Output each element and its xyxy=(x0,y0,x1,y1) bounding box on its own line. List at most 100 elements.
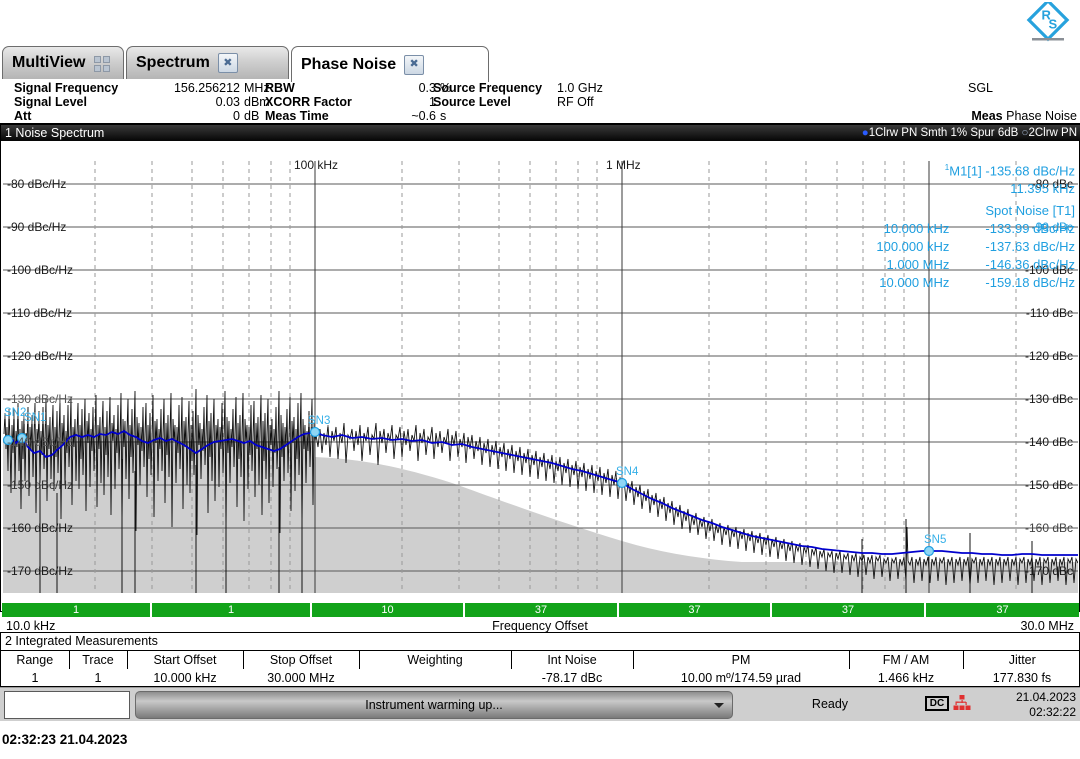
freq-segment[interactable]: 1 xyxy=(2,603,152,617)
header-signal-level: Signal Level 0.03 dBm xyxy=(14,95,270,109)
tab-spectrum[interactable]: Spectrum ✖ xyxy=(126,46,289,79)
column-header-fm-am: FM / AM xyxy=(849,651,964,669)
column-header-range: Range xyxy=(1,651,70,669)
table-header-row: Range Trace Start Offset Stop Offset Wei… xyxy=(1,651,1080,669)
phase-noise-plot xyxy=(2,141,1079,595)
freq-segment[interactable]: 1 xyxy=(152,603,312,617)
header-source-level: Source Level RF Off xyxy=(433,95,594,109)
y-tick-right: -160 dBc xyxy=(1024,521,1073,535)
freq-segment[interactable]: 10 xyxy=(312,603,465,617)
y-tick-right: -140 dBc xyxy=(1024,435,1073,449)
trace1-marker-icon: ● xyxy=(861,127,869,139)
cell-jitter: 177.830 fs xyxy=(992,670,1052,685)
spot-noise-row: 100.000 kHz -137.63 dBc/Hz xyxy=(839,239,1075,254)
freq-segment[interactable]: 37 xyxy=(619,603,772,617)
tab-multiview[interactable]: MultiView xyxy=(2,46,124,79)
marker-m1-offset: 11.395 kHz xyxy=(1010,181,1075,196)
tab-phase-noise-label: Phase Noise xyxy=(301,55,397,73)
y-tick-left: -90 dBc/Hz xyxy=(7,220,67,234)
y-tick-right: -170 dBc xyxy=(1024,564,1073,578)
header-att: Att 0 dB xyxy=(14,109,260,123)
status-ready-indicator: Ready xyxy=(811,697,849,711)
trace-marker-sn5[interactable]: SN5 xyxy=(924,534,947,546)
y-tick-left: -130 dBc/Hz xyxy=(7,392,74,406)
spot-noise-row: 1.000 MHz -146.36 dBc/Hz xyxy=(839,257,1076,272)
meas-label: Meas xyxy=(971,109,1003,123)
tab-bar: MultiView Spectrum ✖ Phase Noise ✖ xyxy=(0,44,1080,123)
status-time: 02:32:22 xyxy=(1029,705,1076,719)
measurement-header: Signal Frequency 156.256212 MHz Signal Lev… xyxy=(0,80,1080,124)
diagram-title-bar: 1 Noise Spectrum ●1Clrw PN Smth 1% Spur … xyxy=(1,125,1080,141)
tab-phase-noise[interactable]: Phase Noise ✖ xyxy=(291,46,489,82)
cell-start-offset: 10.000 kHz xyxy=(153,670,217,685)
cell-weighting xyxy=(359,669,511,686)
meas-value: Phase Noise xyxy=(1006,109,1077,123)
close-icon[interactable]: ✖ xyxy=(217,53,238,73)
y-tick-left: -160 dBc/Hz xyxy=(7,521,74,535)
freq-segment[interactable]: 37 xyxy=(465,603,619,617)
phase-noise-application: R S MultiView Spectrum ✖ Phase Noise ✖ S… xyxy=(0,0,1080,759)
integrated-measurements-panel: 2 Integrated Measurements Range Trace St… xyxy=(0,632,1080,687)
logo-strip: R S xyxy=(0,0,1080,44)
column-header-start-offset: Start Offset xyxy=(127,651,244,669)
status-datetime: 21.04.2023 02:32:22 xyxy=(1016,690,1076,720)
header-xcorr-factor: XCORR Factor 1 xyxy=(265,95,436,109)
frequency-range-bar[interactable]: 1 1 10 37 37 37 37 xyxy=(2,603,1079,617)
trace-marker-sn3[interactable]: SN3 xyxy=(308,415,331,427)
spot-noise-offset: 10.000 MHz xyxy=(879,275,950,290)
y-tick-right: -120 dBc xyxy=(1024,349,1073,363)
x-tick-top-1mhz: 1 MHz xyxy=(606,158,641,172)
lan-icon xyxy=(953,695,971,710)
y-tick-left: -150 dBc/Hz xyxy=(7,478,74,492)
cell-fm-am: 1.466 kHz xyxy=(877,670,935,685)
footer: 02:32:23 21.04.2023 xyxy=(0,728,1080,759)
diagram-title: 1 Noise Spectrum xyxy=(5,126,105,140)
header-meas-time: Meas Time ~0.6 s xyxy=(265,109,447,123)
spot-noise-value: -137.63 dBc/Hz xyxy=(985,239,1075,254)
status-message-dropdown[interactable]: Instrument warming up... xyxy=(135,691,733,719)
spot-noise-value: -146.36 dBc/Hz xyxy=(985,257,1075,272)
footer-timestamp: 02:32:23 21.04.2023 xyxy=(2,732,128,747)
y-tick-left: -120 dBc/Hz xyxy=(7,349,74,363)
trace2-legend-label: 2Clrw PN xyxy=(1028,127,1077,139)
freq-segment[interactable]: 37 xyxy=(926,603,1079,617)
table-row[interactable]: 1 1 10.000 kHz 30.000 MHz -78.17 dBc 10.… xyxy=(1,669,1080,686)
meas-mode-indicator: Meas Phase Noise xyxy=(971,109,1077,123)
y-tick-left: -110 dBc/Hz xyxy=(7,306,73,320)
y-tick-right: -110 dBc xyxy=(1025,306,1073,320)
trace-legend: ●1Clrw PN Smth 1% Spur 6dB ○2Clrw PN xyxy=(862,125,1077,141)
integrated-measurements-table: Range Trace Start Offset Stop Offset Wei… xyxy=(1,651,1080,686)
dc-coupling-icon: DC xyxy=(925,696,949,711)
spot-noise-offset: 10.000 kHz xyxy=(883,221,950,236)
status-input-box[interactable] xyxy=(4,691,130,719)
marker-m1-name: M1[1] xyxy=(949,163,982,179)
column-header-trace: Trace xyxy=(69,651,128,669)
trace-marker-sn4[interactable]: SN4 xyxy=(616,466,639,478)
freq-segment[interactable]: 37 xyxy=(772,603,926,617)
column-header-stop-offset: Stop Offset xyxy=(243,651,360,669)
column-header-pm: PM xyxy=(633,651,850,669)
noise-spectrum-diagram[interactable]: 1 Noise Spectrum ●1Clrw PN Smth 1% Spur … xyxy=(0,124,1080,633)
status-date: 21.04.2023 xyxy=(1015,690,1076,704)
sweep-mode-indicator: SGL xyxy=(968,81,994,95)
plot-area[interactable]: -80 dBc/Hz -90 dBc/Hz -100 dBc/Hz -110 d… xyxy=(2,141,1079,595)
column-header-jitter: Jitter xyxy=(1008,653,1036,667)
y-tick-right: -150 dBc xyxy=(1024,478,1073,492)
y-tick-left: -140 dBc/Hz xyxy=(7,435,74,449)
trace1-legend-label: 1Clrw PN Smth 1% Spur 6dB xyxy=(868,127,1019,139)
cell-trace: 1 xyxy=(94,670,102,685)
x-tick-top-100khz: 100 kHz xyxy=(294,158,339,172)
y-tick-left: -170 dBc/Hz xyxy=(7,564,74,578)
chevron-down-icon xyxy=(714,703,724,708)
spot-noise-value: -159.18 dBc/Hz xyxy=(985,275,1075,290)
cell-pm: 10.00 mº/174.59 µrad xyxy=(680,670,802,685)
column-header-weighting: Weighting xyxy=(359,651,512,669)
close-icon[interactable]: ✖ xyxy=(404,54,425,75)
trace-marker-sn1[interactable]: SN1 xyxy=(24,412,47,424)
cell-range: 1 xyxy=(31,670,39,685)
spot-noise-offset: 1.000 MHz xyxy=(886,257,950,272)
grid-icon xyxy=(93,54,112,72)
status-message-text: Instrument warming up... xyxy=(365,698,503,712)
header-rbw: RBW 0.3% xyxy=(265,81,452,95)
spot-noise-offset: 100.000 kHz xyxy=(876,239,950,254)
